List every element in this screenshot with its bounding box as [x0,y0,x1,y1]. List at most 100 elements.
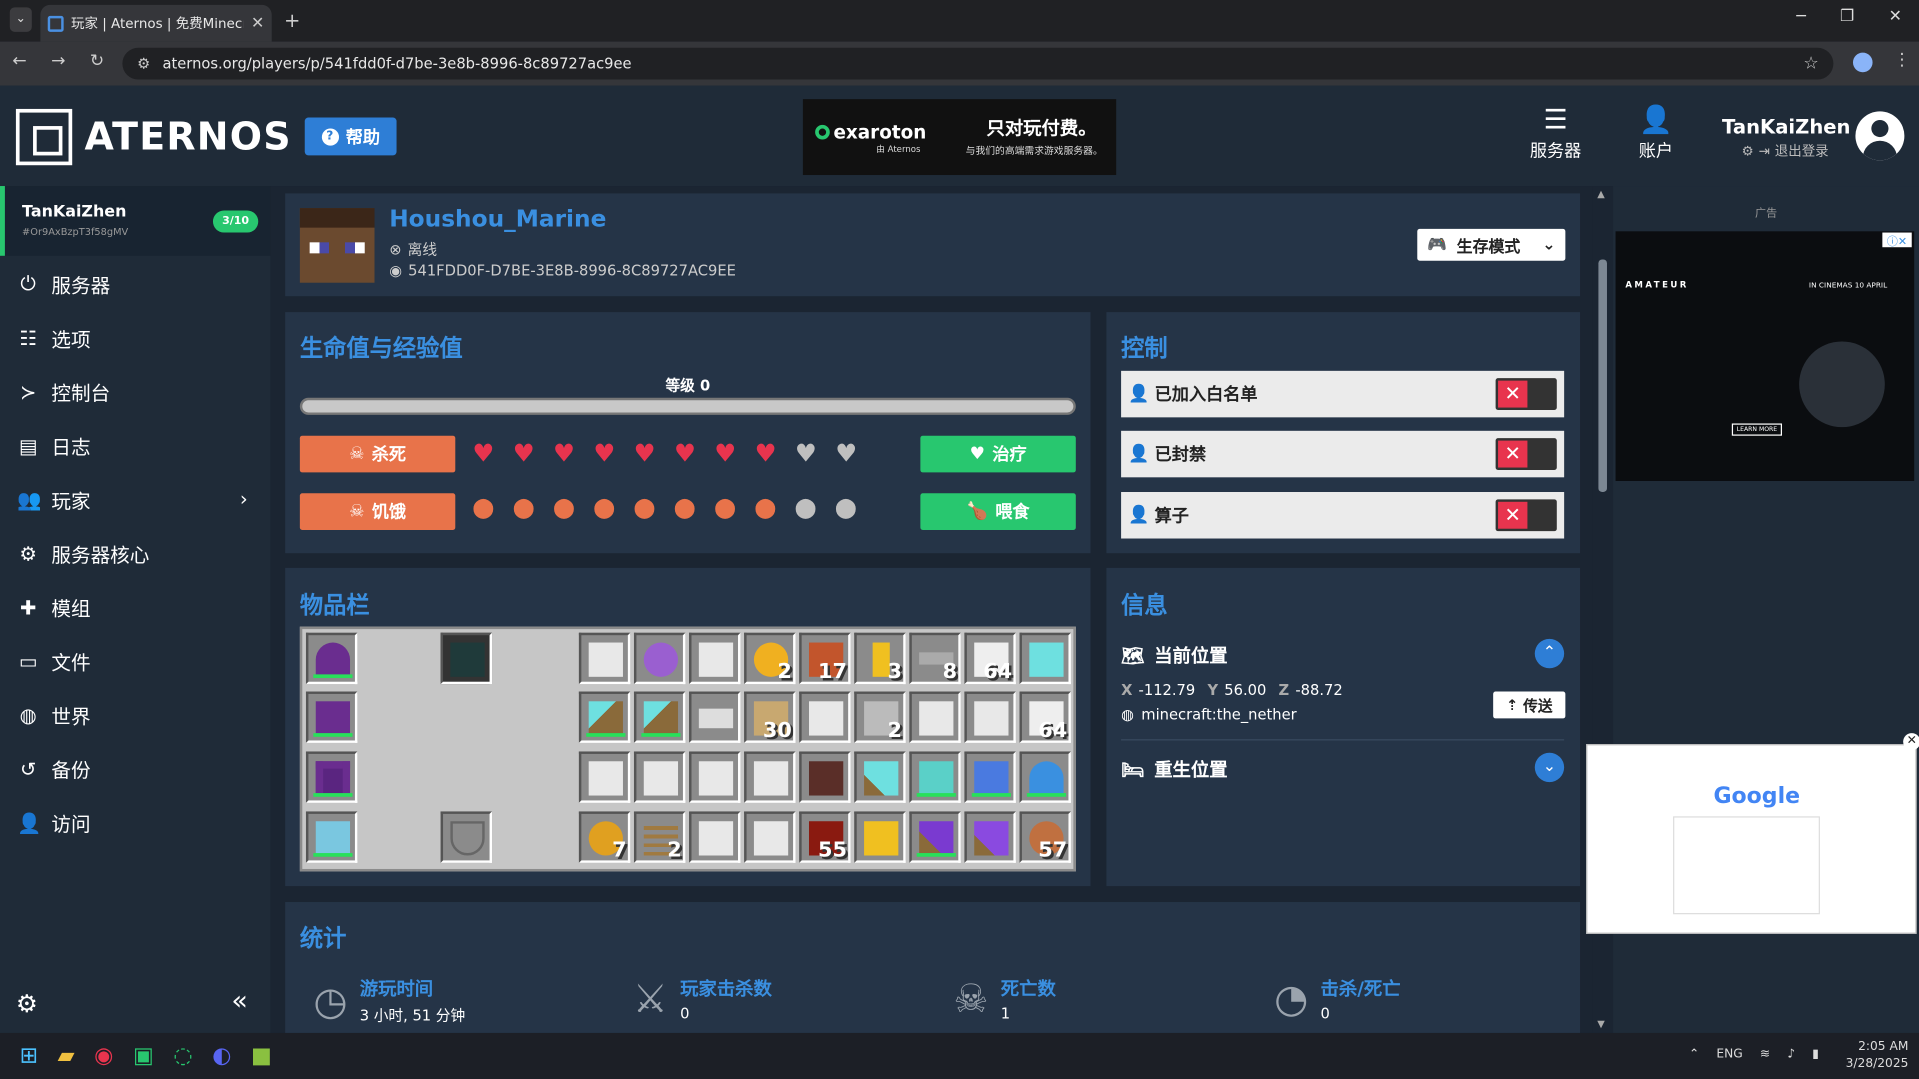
sidebar-item-players[interactable]: 👥 玩家 [17,485,262,514]
slot-item[interactable] [689,751,741,803]
slot-item[interactable]: 17 [799,632,851,685]
file-explorer-icon[interactable]: ▰ [58,1043,75,1069]
expand-respawn-button[interactable]: ⌄ [1534,752,1565,783]
slot-item[interactable] [744,751,796,803]
ad-choices-icon[interactable]: ⓘ✕ [1882,232,1912,248]
sidebar-item-server[interactable]: ⏻ 服务器 [17,269,262,298]
feed-button[interactable]: 🍗 喂食 [920,493,1076,530]
picture-in-picture-window[interactable]: Google ✕ [1586,733,1919,934]
slot-helmet[interactable] [305,632,358,685]
collapse-sidebar-icon[interactable]: « [231,986,247,1017]
settings-small-icon[interactable]: ⚙ [1742,143,1754,159]
slot-item[interactable] [964,811,1016,863]
teleport-button[interactable]: ⇡ 传送 [1493,691,1566,719]
slot-item[interactable]: 2 [744,632,796,685]
slot-item[interactable]: 64 [964,632,1016,685]
kill-button[interactable]: ☠ 杀死 [299,435,456,473]
avatar[interactable] [1855,111,1905,161]
slot-offhand[interactable] [440,811,493,863]
url-text[interactable]: aternos.org/players/p/541fdd0f-d7be-3e8b… [162,55,1791,72]
windows-start-icon[interactable]: ⊞ [20,1043,38,1069]
slot-item[interactable] [964,751,1016,803]
slot-item[interactable]: 3 [854,632,906,685]
slot-item[interactable] [1019,632,1071,685]
back-icon[interactable]: ← [12,51,26,71]
nav-account[interactable]: 👤 账户 [1639,105,1673,163]
aternos-logo[interactable]: ATERNOS [15,108,292,166]
slot-item[interactable] [744,811,796,863]
slot-item[interactable] [854,751,906,803]
slot-item[interactable] [633,691,686,743]
nav-servers[interactable]: ☰ 服务器 [1530,105,1581,163]
sidebar-item-console[interactable]: ≻ 控制台 [17,377,262,406]
close-tab-icon[interactable]: ✕ [251,14,264,32]
slot-item[interactable] [964,691,1016,743]
sidebar-item-software[interactable]: ⚙ 服务器核心 [17,539,262,568]
slot-item[interactable] [578,691,631,743]
current-position-header[interactable]: 🗺 当前位置 [1121,643,1228,669]
scroll-down-icon[interactable]: ▼ [1597,1018,1605,1029]
chevron-right-icon[interactable]: › [240,487,248,510]
slot-item[interactable] [633,632,686,685]
slot-item[interactable]: 7 [578,811,631,863]
new-tab-button[interactable]: + [284,9,300,32]
ad-learn-more-button[interactable]: LEARN MORE [1731,423,1783,436]
reload-icon[interactable]: ↻ [90,51,104,71]
user-menu[interactable]: TanKaiZhen ⚙ ⇥ 退出登录 [1722,115,1850,160]
whitelist-toggle[interactable]: ✕ [1495,378,1557,411]
tab-search-button[interactable]: ⌄ [9,7,32,32]
gamemode-select[interactable]: 🎮 生存模式 ⌄ [1417,228,1566,261]
slot-item[interactable]: 64 [1019,691,1071,743]
slot-item[interactable] [909,751,961,803]
slot-item[interactable] [578,751,631,803]
bookmark-star-icon[interactable]: ☆ [1803,54,1818,74]
slot-item[interactable]: 30 [744,691,796,743]
video-ad[interactable]: AMATEUR IN CINEMAS 10 APRIL LEARN MORE ⓘ… [1615,231,1915,481]
slot-item[interactable] [799,691,851,743]
browser-tab[interactable]: 玩家 | Aternos | 免费Minecraft服 ✕ [40,4,272,42]
sidebar-item-mods[interactable]: ✚ 模组 [17,592,262,621]
slot-chestplate[interactable] [305,691,358,743]
battery-icon[interactable]: ▮ [1812,1048,1819,1061]
address-bar[interactable]: ⚙ aternos.org/players/p/541fdd0f-d7be-3e… [122,47,1834,80]
slot-item[interactable] [689,691,741,743]
close-pip-icon[interactable]: ✕ [1903,733,1919,751]
slot-item[interactable] [689,811,741,863]
slot-boots[interactable] [305,811,358,863]
close-window-icon[interactable]: ✕ [1889,7,1902,25]
sidebar-item-access[interactable]: 👤 访问 [17,808,262,837]
slot-item[interactable]: 2 [854,691,906,743]
discord-icon[interactable]: ◐ [212,1043,231,1069]
slot-leggings[interactable] [305,751,358,803]
settings-icon[interactable]: ⚙ [16,989,38,1018]
chrome-icon[interactable]: ◉ [94,1043,113,1069]
slot-item[interactable] [854,811,906,863]
starve-button[interactable]: ☠ 饥饿 [299,493,456,530]
whatsapp-icon[interactable]: ◌ [173,1043,192,1069]
slot-item[interactable] [909,811,961,863]
tray-chevron-icon[interactable]: ⌃ [1689,1048,1699,1061]
minimize-icon[interactable]: ─ [1796,7,1806,25]
banned-toggle[interactable]: ✕ [1495,438,1557,470]
server-card[interactable]: TanKaiZhen #Or9AxBzpT3f58gMV 3/10 [0,186,271,256]
slot-item[interactable]: 55 [799,811,851,863]
sidebar-item-files[interactable]: ▭ 文件 [17,646,262,675]
slot-item[interactable] [799,751,851,803]
heal-button[interactable]: ♥ 治疗 [920,435,1076,473]
minecraft-icon[interactable]: ■ [251,1043,272,1069]
slot-item[interactable] [689,632,741,685]
collapse-position-button[interactable]: ⌃ [1534,638,1565,669]
volume-icon[interactable]: ♪ [1787,1048,1795,1061]
slot-item[interactable] [633,751,686,803]
slot-item[interactable] [909,691,961,743]
sidebar-item-worlds[interactable]: ◍ 世界 [17,700,262,729]
logout-link[interactable]: 退出登录 [1775,141,1829,161]
site-info-icon[interactable]: ⚙ [137,55,150,72]
sidebar-item-backups[interactable]: ↺ 备份 [17,754,262,783]
language-indicator[interactable]: ENG [1716,1048,1742,1061]
sidebar-item-log[interactable]: ▤ 日志 [17,431,262,460]
op-toggle[interactable]: ✕ [1495,499,1557,532]
slot-crafting[interactable] [440,632,493,685]
respawn-position-header[interactable]: 🛏 重生位置 [1121,756,1228,782]
help-button[interactable]: ? 帮助 [304,117,397,156]
